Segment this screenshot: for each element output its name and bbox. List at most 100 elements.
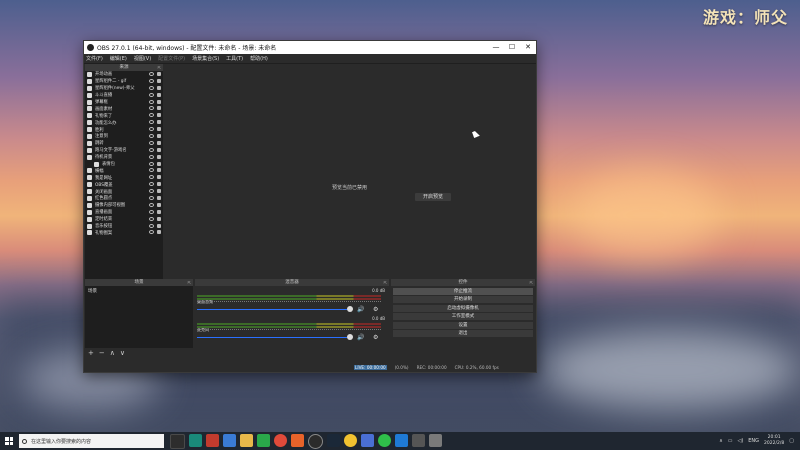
studio-mode-button[interactable]: 工作室模式 — [393, 313, 533, 320]
menu-edit[interactable]: 编辑(E) — [110, 55, 127, 62]
visibility-eye-icon[interactable] — [149, 120, 154, 125]
volume-fader[interactable] — [197, 309, 347, 310]
app-icon[interactable] — [291, 433, 304, 447]
obs-icon[interactable] — [308, 433, 323, 449]
visibility-eye-icon[interactable] — [149, 230, 154, 235]
source-item[interactable]: 画面素材 — [85, 105, 163, 112]
source-item[interactable]: 礼物来了 — [85, 112, 163, 119]
volume-icon[interactable]: ◁) — [737, 438, 743, 444]
lock-icon[interactable] — [157, 189, 161, 194]
app-icon[interactable] — [344, 433, 357, 447]
lock-icon[interactable] — [157, 134, 161, 139]
source-item[interactable]: 星辉组件(new)-师父 — [85, 85, 163, 92]
visibility-eye-icon[interactable] — [149, 134, 154, 139]
source-item[interactable]: 关闭画面 — [85, 188, 163, 195]
visibility-eye-icon[interactable] — [149, 189, 154, 194]
start-virtual-camera-button[interactable]: 启动虚拟摄像机 — [393, 304, 533, 312]
visibility-eye-icon[interactable] — [149, 99, 154, 104]
file-explorer-icon[interactable] — [240, 433, 253, 447]
lock-icon[interactable] — [157, 140, 161, 145]
lock-icon[interactable] — [157, 216, 161, 221]
source-item[interactable]: 功能怎么办 — [85, 119, 163, 126]
menu-help[interactable]: 帮助(H) — [250, 55, 268, 62]
source-item[interactable]: 表情包 — [85, 161, 163, 168]
chevron-up-icon[interactable]: ∧ — [719, 438, 723, 444]
app-icon[interactable] — [395, 433, 408, 447]
lock-icon[interactable] — [157, 223, 161, 228]
visibility-eye-icon[interactable] — [149, 127, 154, 132]
gear-icon[interactable]: ⚙ — [373, 306, 378, 313]
exit-button[interactable]: 退出 — [393, 330, 533, 337]
source-item[interactable]: 红色圆点 — [85, 195, 163, 202]
stop-streaming-button[interactable]: 停止推流 — [393, 287, 533, 295]
visibility-eye-icon[interactable] — [149, 72, 154, 76]
visibility-eye-icon[interactable] — [149, 78, 154, 83]
visibility-eye-icon[interactable] — [149, 147, 154, 152]
lock-icon[interactable] — [157, 182, 161, 187]
lock-icon[interactable] — [157, 168, 161, 173]
dock-icon[interactable]: ⇱ — [158, 64, 161, 71]
dock-icon[interactable]: ⇱ — [530, 279, 533, 286]
app-icon[interactable] — [189, 433, 202, 447]
visibility-eye-icon[interactable] — [149, 168, 154, 173]
visibility-eye-icon[interactable] — [149, 223, 154, 228]
chrome-icon[interactable] — [274, 433, 287, 447]
scene-down-button[interactable]: ∨ — [120, 349, 125, 357]
visibility-eye-icon[interactable] — [149, 216, 154, 221]
dock-icon[interactable]: ⇱ — [188, 279, 191, 286]
source-item[interactable]: 音乐按钮 — [85, 223, 163, 230]
source-item[interactable]: 我是网址 — [85, 174, 163, 181]
menu-scene-collection[interactable]: 场景集合(S) — [192, 55, 219, 62]
visibility-eye-icon[interactable] — [149, 161, 154, 166]
lock-icon[interactable] — [157, 127, 161, 132]
visibility-eye-icon[interactable] — [149, 209, 154, 214]
visibility-eye-icon[interactable] — [149, 85, 154, 90]
lock-icon[interactable] — [157, 230, 161, 235]
visibility-eye-icon[interactable] — [149, 182, 154, 187]
start-button[interactable] — [0, 432, 18, 450]
menu-file[interactable]: 文件(F) — [86, 55, 103, 62]
visibility-eye-icon[interactable] — [149, 196, 154, 201]
dock-icon[interactable]: ⇱ — [384, 279, 387, 286]
obs-window[interactable]: OBS 27.0.1 (64-bit, windows) - 配置文件: 未命名… — [83, 40, 537, 373]
fader-handle[interactable] — [347, 334, 353, 340]
lock-icon[interactable] — [157, 85, 161, 90]
fader-handle[interactable] — [347, 306, 353, 312]
app-icon[interactable] — [223, 433, 236, 447]
visibility-eye-icon[interactable] — [149, 202, 154, 207]
xbox-icon[interactable] — [378, 433, 391, 447]
visibility-eye-icon[interactable] — [149, 175, 154, 180]
minimize-button[interactable]: — — [488, 41, 504, 54]
lock-icon[interactable] — [157, 175, 161, 180]
source-item[interactable]: 待机背景 — [85, 154, 163, 161]
clock[interactable]: 20:01 2022/2/8 — [764, 435, 784, 447]
menu-tools[interactable]: 工具(T) — [226, 55, 243, 62]
lock-icon[interactable] — [157, 147, 161, 152]
lock-icon[interactable] — [157, 209, 161, 214]
scene-item[interactable]: 场景 — [85, 286, 193, 296]
app-icon[interactable] — [412, 433, 425, 447]
speaker-icon[interactable]: 🔊 — [357, 334, 364, 341]
lock-icon[interactable] — [157, 120, 161, 125]
volume-fader[interactable] — [197, 337, 347, 338]
ime-indicator[interactable]: ENG — [748, 438, 759, 444]
speaker-icon[interactable]: 🔊 — [357, 306, 364, 313]
lock-icon[interactable] — [157, 161, 161, 166]
visibility-eye-icon[interactable] — [149, 113, 154, 118]
close-button[interactable]: ✕ — [520, 41, 536, 54]
app-icon[interactable] — [361, 433, 374, 447]
lock-icon[interactable] — [157, 92, 161, 97]
source-item[interactable]: 胜利 — [85, 126, 163, 133]
lock-icon[interactable] — [157, 113, 161, 118]
lock-icon[interactable] — [157, 196, 161, 201]
visibility-eye-icon[interactable] — [149, 92, 154, 97]
visibility-eye-icon[interactable] — [149, 154, 154, 159]
lock-icon[interactable] — [157, 72, 161, 76]
source-item[interactable]: 斗斗直播 — [85, 92, 163, 99]
steam-icon[interactable] — [327, 433, 340, 447]
lock-icon[interactable] — [157, 202, 161, 207]
notification-icon[interactable]: ▢ — [789, 438, 794, 444]
source-item[interactable]: 注意到 — [85, 133, 163, 140]
source-item[interactable]: 跑马文字-游戏名 — [85, 147, 163, 154]
app-icon[interactable] — [429, 433, 442, 447]
